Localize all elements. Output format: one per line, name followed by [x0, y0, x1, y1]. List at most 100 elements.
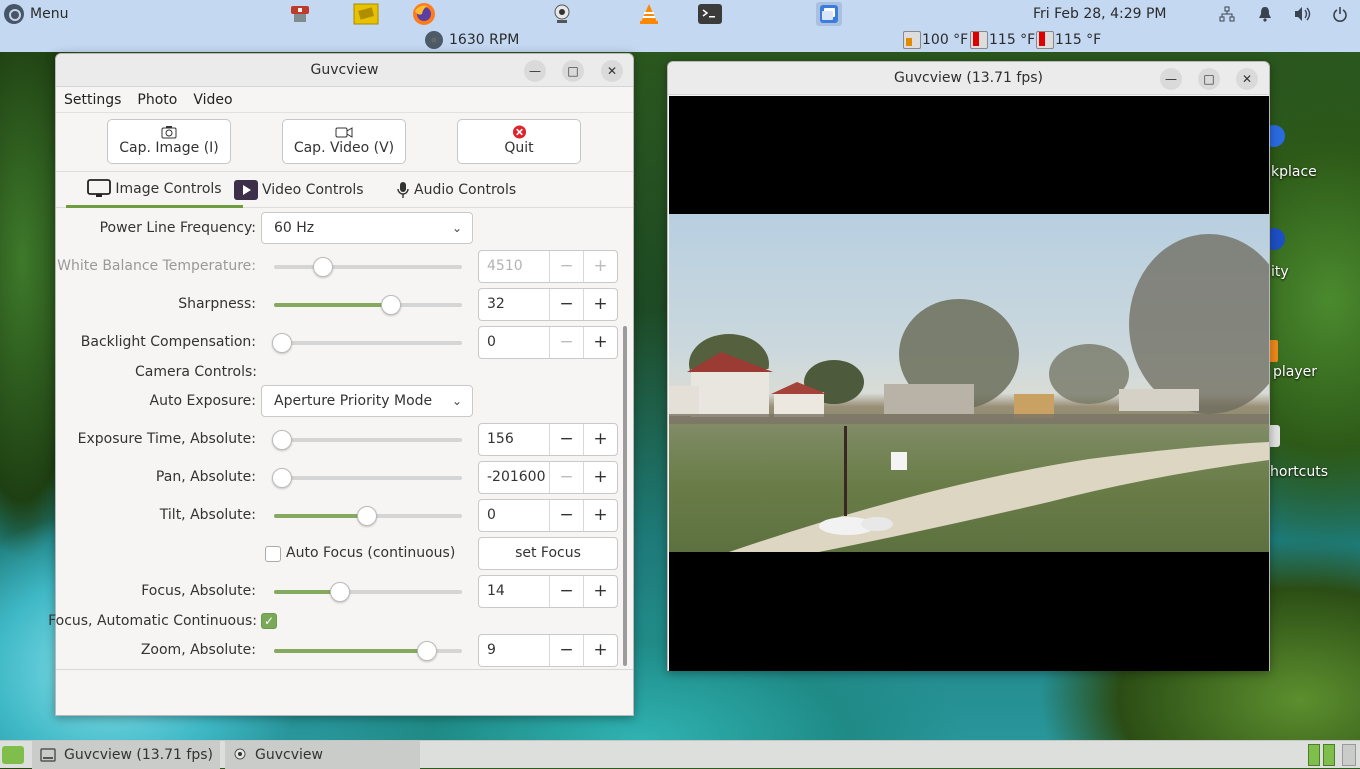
launcher-vlc[interactable]	[636, 2, 662, 26]
show-desktop-button[interactable]	[1342, 744, 1356, 766]
desktop-label-marketplace[interactable]: kplace	[1271, 164, 1317, 180]
increment-button[interactable]: +	[583, 462, 617, 493]
decrement-button[interactable]: −	[549, 462, 583, 493]
desktop-label-media-player[interactable]: player	[1273, 364, 1317, 380]
focus-absolute-spin[interactable]: 14 − +	[478, 575, 618, 608]
decrement-button[interactable]: −	[549, 576, 583, 607]
menu-video[interactable]: Video	[193, 92, 232, 108]
slider-handle[interactable]	[381, 295, 401, 315]
decrement-button[interactable]: −	[549, 500, 583, 531]
exposure-time-slider[interactable]	[272, 430, 462, 450]
terminal-icon	[698, 4, 722, 24]
slider-handle[interactable]	[272, 430, 292, 450]
capture-image-button[interactable]: Cap. Image (I)	[107, 119, 231, 164]
auto-exposure-combo[interactable]: Aperture Priority Mode ⌄	[261, 385, 473, 417]
slider-handle[interactable]	[357, 506, 377, 526]
guvcview-control-window: Guvcview — □ ✕ Settings Photo Video Cap.…	[48, 53, 634, 716]
decrement-button[interactable]: −	[549, 635, 583, 666]
increment-button[interactable]: +	[583, 500, 617, 531]
volume-icon[interactable]	[1293, 5, 1313, 23]
decrement-button[interactable]: −	[549, 327, 583, 358]
sharpness-slider[interactable]	[274, 295, 462, 315]
capture-video-button[interactable]: Cap. Video (V)	[282, 119, 406, 164]
increment-button[interactable]: +	[583, 424, 617, 455]
temperature-sensor-3[interactable]: 115 °F	[1036, 31, 1101, 49]
power-line-frequency-label: Power Line Frequency:	[99, 220, 256, 236]
microphone-icon	[397, 182, 409, 198]
slider-handle[interactable]	[272, 333, 292, 353]
tilt-absolute-spin[interactable]: 0 − +	[478, 499, 618, 532]
workspace-1-indicator[interactable]	[1308, 744, 1320, 766]
tab-video-controls[interactable]: Video Controls	[234, 172, 364, 208]
slider-fill	[274, 514, 367, 518]
quit-button[interactable]: Quit	[457, 119, 581, 164]
workspace-2-indicator[interactable]	[1323, 744, 1335, 766]
launcher-terminal[interactable]	[697, 2, 723, 26]
auto-focus-continuous-label[interactable]: Auto Focus (continuous)	[286, 545, 455, 561]
exposure-time-spin[interactable]: 156 − +	[478, 423, 618, 456]
tilt-absolute-slider[interactable]	[274, 506, 462, 526]
zoom-absolute-spin[interactable]: 9 − +	[478, 634, 618, 667]
sharpness-spin[interactable]: 32 − +	[478, 288, 618, 321]
increment-button[interactable]: +	[583, 289, 617, 320]
video-preview-area[interactable]	[669, 96, 1269, 671]
desktop-label-security[interactable]: ity	[1271, 264, 1289, 280]
decrement-button[interactable]: −	[549, 424, 583, 455]
launcher-file-manager[interactable]	[353, 2, 379, 26]
power-icon[interactable]	[1330, 5, 1350, 23]
launcher-webcam[interactable]	[549, 2, 575, 26]
vlc-icon	[640, 4, 658, 24]
close-button[interactable]: ✕	[601, 60, 623, 82]
preview-titlebar[interactable]: Guvcview (13.71 fps) — □ ✕	[668, 62, 1269, 95]
preview-close-button[interactable]: ✕	[1236, 68, 1258, 90]
slider-handle[interactable]	[330, 582, 350, 602]
increment-button[interactable]: +	[583, 576, 617, 607]
increment-button[interactable]: +	[583, 251, 617, 282]
notification-bell-icon[interactable]	[1255, 5, 1275, 23]
decrement-button[interactable]: −	[549, 251, 583, 282]
tab-audio-controls[interactable]: Audio Controls	[396, 172, 516, 208]
clock[interactable]: Fri Feb 28, 4:29 PM	[1033, 6, 1167, 22]
launcher-tool-app[interactable]	[287, 2, 313, 26]
zoom-absolute-slider[interactable]	[274, 641, 462, 661]
tilt-absolute-label: Tilt, Absolute:	[159, 507, 256, 523]
network-icon[interactable]	[1217, 5, 1237, 23]
minimize-button[interactable]: —	[524, 60, 546, 82]
maximize-button[interactable]: □	[562, 60, 584, 82]
launcher-firefox[interactable]	[411, 2, 437, 26]
menu-settings[interactable]: Settings	[64, 92, 121, 108]
taskbar-item-controls[interactable]: Guvcview	[225, 741, 420, 769]
increment-button[interactable]: +	[583, 635, 617, 666]
main-menu-button[interactable]: Menu	[4, 3, 68, 25]
slider-handle[interactable]	[313, 257, 333, 277]
auto-focus-continuous-checkbox[interactable]	[265, 546, 281, 562]
menu-photo[interactable]: Photo	[137, 92, 177, 108]
power-line-frequency-combo[interactable]: 60 Hz ⌄	[261, 212, 473, 244]
pan-absolute-spin[interactable]: -201600 − +	[478, 461, 618, 494]
tab-image-controls[interactable]: Image Controls	[66, 172, 243, 208]
slider-handle[interactable]	[417, 641, 437, 661]
window-titlebar[interactable]: Guvcview — □ ✕	[56, 54, 633, 87]
increment-button[interactable]: +	[583, 327, 617, 358]
backlight-compensation-slider[interactable]	[272, 333, 462, 353]
focus-automatic-continuous-checkbox[interactable]: ✓	[261, 613, 277, 629]
vertical-scrollbar[interactable]	[623, 326, 627, 666]
launcher-workspace-switcher[interactable]	[816, 2, 842, 26]
white-balance-temperature-spin[interactable]: 4510 − +	[478, 250, 618, 283]
close-icon: ✕	[1241, 72, 1253, 86]
pan-absolute-slider[interactable]	[272, 468, 462, 488]
quit-label: Quit	[504, 140, 534, 156]
decrement-button[interactable]: −	[549, 289, 583, 320]
mint-menu-icon[interactable]	[2, 746, 24, 764]
temperature-sensor-1[interactable]: 100 °F	[903, 31, 968, 49]
preview-minimize-button[interactable]: —	[1160, 68, 1182, 90]
backlight-compensation-spin[interactable]: 0 − +	[478, 326, 618, 359]
temperature-sensor-2[interactable]: 115 °F	[970, 31, 1035, 49]
focus-absolute-slider[interactable]	[274, 582, 462, 602]
preview-maximize-button[interactable]: □	[1198, 68, 1220, 90]
set-focus-button[interactable]: set Focus	[478, 537, 618, 570]
desktop-label-shortcuts[interactable]: hortcuts	[1270, 464, 1328, 480]
white-balance-temperature-slider[interactable]	[274, 257, 462, 277]
taskbar-item-preview[interactable]: Guvcview (13.71 fps)	[32, 741, 220, 769]
slider-handle[interactable]	[272, 468, 292, 488]
